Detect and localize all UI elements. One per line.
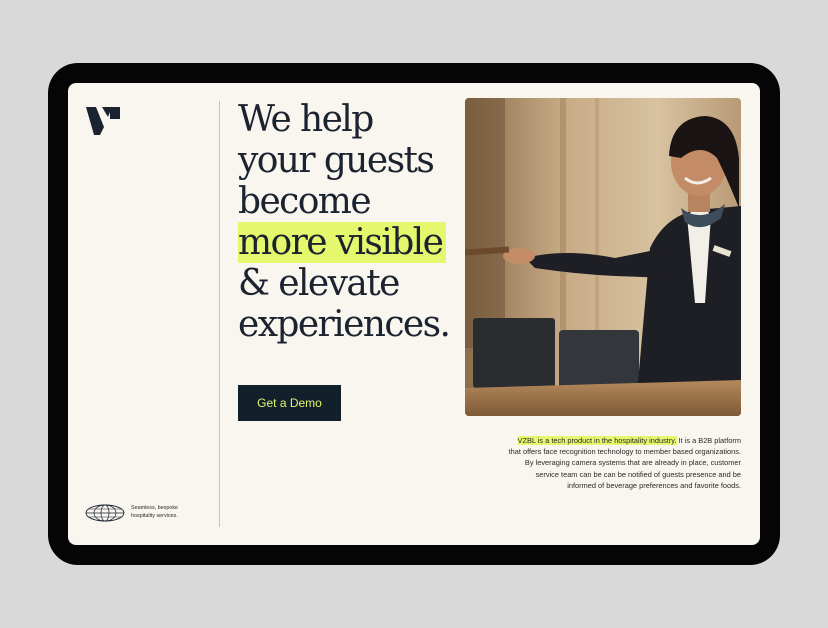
headline-line-3: become (238, 181, 372, 222)
vertical-divider (219, 101, 220, 527)
headline-line-5: & elevate (238, 263, 400, 304)
globe-icon (85, 504, 125, 522)
footer-tagline: Seamless, bespoke hospitality services. (131, 504, 211, 520)
tagline-line-2: hospitality services. (131, 513, 178, 519)
hotel-receptionist-photo (465, 98, 741, 416)
headline-highlight: more visible (238, 222, 447, 263)
tagline-line-1: Seamless, bespoke (131, 505, 179, 511)
headline-highlight-line: more visible (238, 222, 478, 263)
product-description: VZBL is a tech product in the hospitalit… (505, 435, 741, 491)
vzbl-logo-icon[interactable] (86, 105, 122, 135)
landing-page: We help your guests become more visible … (68, 83, 760, 545)
description-highlight: VZBL is a tech product in the hospitalit… (517, 436, 677, 445)
headline-line-2: your guests (238, 140, 435, 181)
get-a-demo-button[interactable]: Get a Demo (238, 385, 341, 421)
tablet-frame: We help your guests become more visible … (48, 63, 780, 565)
headline-line-1: We help (238, 99, 374, 140)
screenshot-canvas: We help your guests become more visible … (0, 0, 828, 628)
headline-line-6: experiences. (238, 304, 451, 345)
hero-headline: We help your guests become more visible … (238, 99, 478, 345)
